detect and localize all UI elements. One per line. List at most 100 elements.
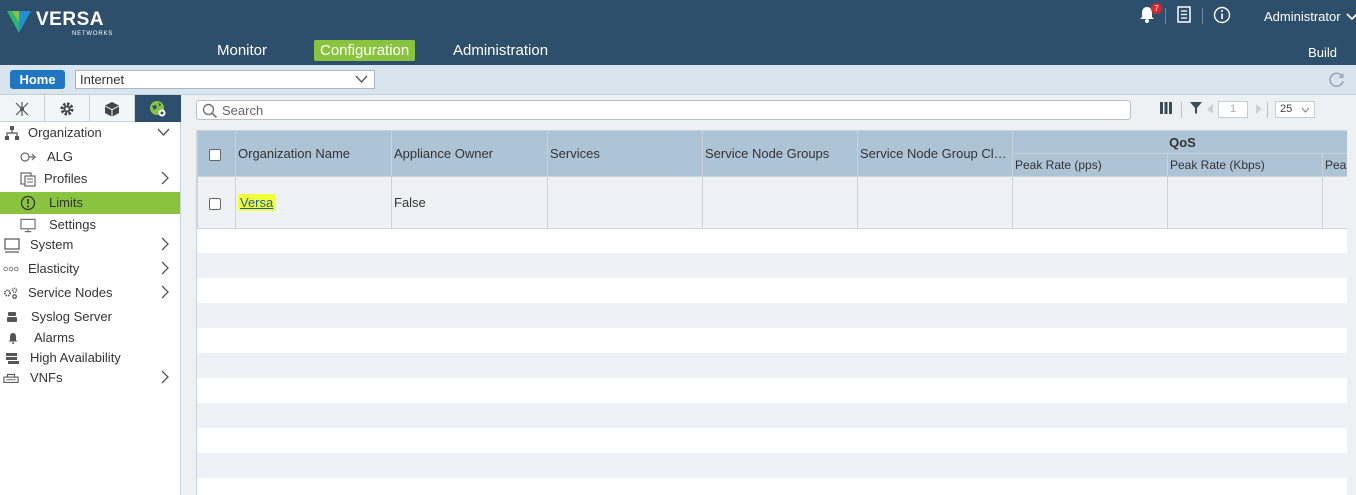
organization-select[interactable]: Internet xyxy=(75,70,375,89)
column-header-services[interactable]: Services xyxy=(547,130,703,177)
notification-count-badge: 7 xyxy=(1151,3,1162,14)
tab-settings-gear[interactable] xyxy=(45,95,90,122)
empty-row xyxy=(197,428,1347,453)
empty-row xyxy=(197,303,1347,328)
sidebar-item-label: Elasticity xyxy=(28,261,80,276)
column-header-appliance-owner[interactable]: Appliance Owner xyxy=(391,130,548,177)
nav-configuration[interactable]: Configuration xyxy=(314,40,416,61)
refresh-icon[interactable] xyxy=(1328,71,1346,89)
logo-text: VERSA xyxy=(36,9,104,30)
topology-icon xyxy=(15,101,29,116)
sidebar-item-service-nodes[interactable]: Service Nodes xyxy=(0,282,180,304)
org-tree-icon xyxy=(4,125,20,141)
columns-icon[interactable] xyxy=(1159,101,1173,115)
sidebar-item-profiles[interactable]: Profiles xyxy=(0,168,180,190)
empty-row xyxy=(197,378,1347,403)
select-all-header xyxy=(197,130,236,177)
table-row[interactable]: Versa False xyxy=(197,176,1347,229)
tab-objects[interactable] xyxy=(90,95,135,122)
empty-row xyxy=(197,403,1347,428)
empty-row xyxy=(197,278,1347,303)
search-placeholder: Search xyxy=(222,103,264,118)
sidebar-item-high-availability[interactable]: High Availability xyxy=(0,347,180,369)
chevron-down-icon xyxy=(1346,13,1356,21)
sidebar-item-system[interactable]: System xyxy=(0,234,180,256)
top-header: VERSA NETWORKS Monitor Configuration Adm… xyxy=(0,0,1356,65)
user-menu[interactable]: Administrator xyxy=(1264,9,1356,24)
column-group-qos: QoS xyxy=(1012,130,1347,154)
row-select-cell xyxy=(197,176,236,229)
nav-administration[interactable]: Administration xyxy=(447,40,554,61)
sidebar-item-alg[interactable]: ALG xyxy=(0,146,180,168)
chevron-right-icon xyxy=(161,171,169,185)
organization-link[interactable]: Versa xyxy=(238,194,276,211)
build-link[interactable]: Build xyxy=(1308,45,1337,60)
empty-row xyxy=(197,478,1347,495)
globe-gear-icon xyxy=(150,100,166,116)
sidebar-item-settings[interactable]: Settings xyxy=(0,214,180,236)
sidebar-item-label: Service Nodes xyxy=(28,285,113,300)
sidebar-item-label: VNFs xyxy=(30,370,63,385)
empty-row xyxy=(197,353,1347,378)
system-icon xyxy=(4,237,20,253)
chevron-down-icon xyxy=(157,128,170,136)
column-header-peak-rate-kbps[interactable]: Peak Rate (Kbps) xyxy=(1167,153,1323,177)
header-divider xyxy=(1165,8,1166,24)
header-divider xyxy=(1202,8,1203,24)
task-list-icon[interactable] xyxy=(1177,6,1191,26)
empty-row xyxy=(197,228,1347,253)
organization-select-value: Internet xyxy=(80,72,125,87)
column-header-organization-name[interactable]: Organization Name xyxy=(235,130,392,177)
tab-appliance[interactable] xyxy=(135,95,181,122)
peak-rate-pps-cell xyxy=(1012,176,1168,229)
select-all-checkbox[interactable] xyxy=(209,148,221,161)
empty-row xyxy=(197,453,1347,478)
sidebar-item-elasticity[interactable]: Elasticity xyxy=(0,258,180,280)
alarm-icon xyxy=(5,330,21,346)
cube-icon xyxy=(105,101,119,116)
gear-icon xyxy=(60,102,74,115)
page-size-select[interactable]: 25 xyxy=(1275,101,1315,118)
search-icon xyxy=(202,103,218,119)
sidebar-item-label: Syslog Server xyxy=(31,309,112,324)
sidebar-item-organization[interactable]: Organization xyxy=(0,122,180,144)
sidebar-item-syslog-server[interactable]: Syslog Server xyxy=(0,306,180,328)
column-header-service-node-groups[interactable]: Service Node Groups xyxy=(702,130,858,177)
notification-bell-icon[interactable]: 7 xyxy=(1139,3,1162,26)
ha-icon xyxy=(4,350,20,366)
page-number-input[interactable]: 1 xyxy=(1218,101,1248,118)
search-input[interactable]: Search xyxy=(196,100,1131,120)
sidebar-item-label: System xyxy=(30,237,74,252)
chevron-down-icon xyxy=(355,75,368,83)
sidebar-tabs xyxy=(0,95,181,122)
nav-monitor[interactable]: Monitor xyxy=(211,40,273,61)
appliance-owner-cell: False xyxy=(391,176,548,229)
versa-logo[interactable]: VERSA NETWORKS xyxy=(6,6,116,37)
elasticity-icon xyxy=(3,261,19,277)
service-nodes-icon xyxy=(3,285,19,301)
empty-row xyxy=(197,253,1347,278)
left-sidebar: Organization ALG Profiles Limits Setting… xyxy=(0,95,181,495)
sidebar-item-label: High Availability xyxy=(30,350,121,365)
next-page-icon[interactable] xyxy=(1255,104,1263,114)
column-header-peak-rate-pps[interactable]: Peak Rate (pps) xyxy=(1012,153,1168,177)
sidebar-item-vnfs[interactable]: VNFs xyxy=(0,367,180,389)
chevron-down-icon xyxy=(1301,107,1310,113)
chevron-right-icon xyxy=(161,285,169,299)
main-content: Search 1 25 Organization Name Appliance … xyxy=(181,95,1356,495)
prev-page-icon[interactable] xyxy=(1206,104,1214,114)
column-header-service-node-group-cluster[interactable]: Service Node Group Clus... xyxy=(857,130,1013,177)
cluster-cell xyxy=(857,176,1013,229)
tab-topology[interactable] xyxy=(0,95,45,122)
versa-logo-mark xyxy=(7,11,31,33)
filter-icon[interactable] xyxy=(1189,101,1203,115)
sidebar-item-alarms[interactable]: Alarms xyxy=(0,327,180,349)
chevron-right-icon xyxy=(161,370,169,384)
sidebar-item-label: Settings xyxy=(49,217,96,232)
info-icon[interactable] xyxy=(1213,6,1231,27)
row-checkbox[interactable] xyxy=(209,197,221,210)
column-header-peak-truncated[interactable]: Pea xyxy=(1322,153,1347,177)
settings-monitor-icon xyxy=(20,217,36,233)
sidebar-item-limits[interactable]: Limits xyxy=(0,192,180,214)
home-button[interactable]: Home xyxy=(10,70,65,89)
